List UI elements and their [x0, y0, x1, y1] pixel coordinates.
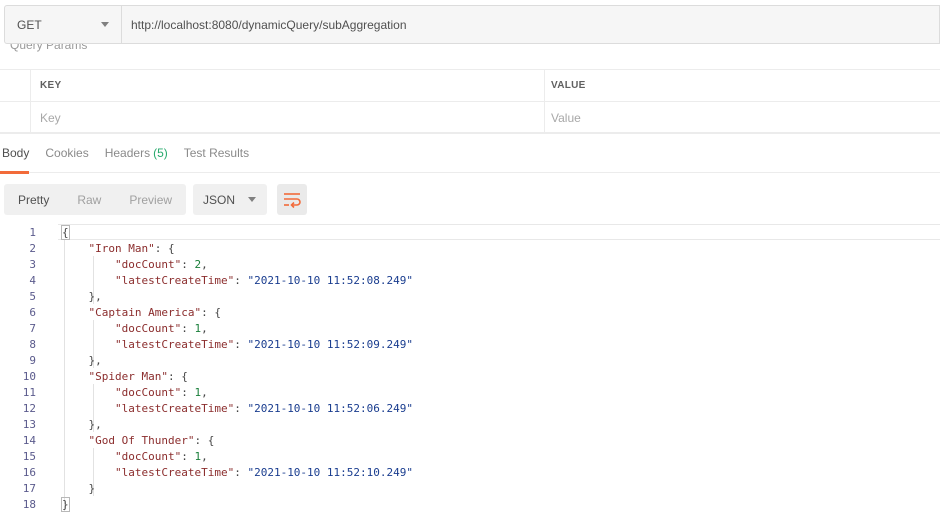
query-params-table: KEY VALUE Key Value [0, 69, 940, 134]
line-number: 7 [29, 321, 36, 335]
view-pretty-button[interactable]: Pretty [4, 184, 63, 215]
param-value-input[interactable]: Value [545, 102, 940, 133]
code-line: 17 } [0, 480, 940, 496]
tab-headers[interactable]: Headers (5) [105, 132, 168, 173]
line-number: 17 [22, 481, 36, 495]
line-number: 1 [29, 225, 36, 239]
code-text: }, [88, 417, 102, 431]
code-text: } [61, 496, 70, 512]
code-text: }, [88, 289, 102, 303]
line-number: 4 [29, 273, 36, 287]
code-text: "God Of Thunder": { [88, 433, 215, 447]
code-line: 4 "latestCreateTime": "2021-10-10 11:52:… [0, 272, 940, 288]
code-line: 12 "latestCreateTime": "2021-10-10 11:52… [0, 400, 940, 416]
line-number: 10 [22, 369, 36, 383]
line-number: 12 [22, 401, 36, 415]
code-line: 11 "docCount": 1, [0, 384, 940, 400]
tab-cookies[interactable]: Cookies [45, 132, 88, 173]
code-line: 13 }, [0, 416, 940, 432]
query-params-title: Query Params [10, 44, 88, 52]
code-text: "Iron Man": { [88, 241, 175, 255]
tab-body[interactable]: Body [0, 132, 30, 174]
line-number: 15 [22, 449, 36, 463]
code-line: 2 "Iron Man": { [0, 240, 940, 256]
line-number: 5 [29, 289, 36, 303]
code-text: } [88, 481, 96, 495]
code-line: 8 "latestCreateTime": "2021-10-10 11:52:… [0, 336, 940, 352]
param-value-placeholder: Value [551, 110, 581, 125]
code-text: "latestCreateTime": "2021-10-10 11:52:08… [114, 273, 414, 287]
code-text: "Spider Man": { [88, 369, 188, 383]
response-body-viewer[interactable]: 1{2 "Iron Man": {3 "docCount": 2, 4 "late… [0, 224, 940, 521]
response-toolbar: Pretty Raw Preview JSON [4, 184, 308, 215]
line-number: 2 [29, 241, 36, 255]
params-header-check-cell [0, 70, 31, 101]
request-bar: GET http://localhost:8080/dynamicQuery/s… [4, 5, 940, 44]
code-line: 16 "latestCreateTime": "2021-10-10 11:52… [0, 464, 940, 480]
format-select-label: JSON [203, 192, 236, 207]
tab-test-results-label: Test Results [183, 145, 250, 160]
response-tabs: Body Cookies Headers (5) Test Results [0, 132, 940, 174]
method-select[interactable]: GET [4, 5, 122, 44]
code-line: 18} [0, 496, 940, 512]
query-params-title-wrapper: Query Params [0, 44, 940, 58]
line-number: 14 [22, 433, 36, 447]
url-input[interactable]: http://localhost:8080/dynamicQuery/subAg… [122, 5, 940, 44]
code-line: 3 "docCount": 2, [0, 256, 940, 272]
code-text: }, [88, 353, 102, 367]
view-preview-button[interactable]: Preview [115, 184, 186, 215]
tab-body-label: Body [2, 145, 30, 160]
line-number: 8 [29, 337, 36, 351]
wrap-lines-icon [284, 192, 301, 208]
params-header-key: KEY [31, 70, 545, 101]
code-text: "latestCreateTime": "2021-10-10 11:52:09… [114, 337, 414, 351]
line-number: 3 [29, 257, 36, 271]
code-line: 14 "God Of Thunder": { [0, 432, 940, 448]
param-key-placeholder: Key [40, 110, 61, 125]
code-text: "Captain America": { [88, 305, 221, 319]
tab-headers-label: Headers [104, 145, 151, 160]
code-line: 1{ [0, 224, 940, 240]
line-number: 9 [29, 353, 36, 367]
params-row-check-cell [0, 102, 31, 133]
headers-count-badge: (5) [153, 145, 168, 160]
code-line: 10 "Spider Man": { [0, 368, 940, 384]
code-line: 15 "docCount": 1, [0, 448, 940, 464]
line-number: 16 [22, 465, 36, 479]
view-raw-button[interactable]: Raw [63, 184, 115, 215]
tab-cookies-label: Cookies [45, 145, 89, 160]
code-line: 6 "Captain America": { [0, 304, 940, 320]
code-text: "latestCreateTime": "2021-10-10 11:52:06… [114, 401, 414, 415]
code-line: 5 }, [0, 288, 940, 304]
line-number: 6 [29, 305, 36, 319]
code-line: 7 "docCount": 1, [0, 320, 940, 336]
code-text: "latestCreateTime": "2021-10-10 11:52:10… [114, 465, 414, 479]
format-select[interactable]: JSON [193, 184, 268, 215]
code-line: 9 }, [0, 352, 940, 368]
chevron-down-icon [248, 197, 257, 202]
line-number: 18 [22, 497, 36, 511]
wrap-lines-button[interactable] [277, 184, 308, 215]
params-header-row: KEY VALUE [0, 69, 940, 102]
line-number: 13 [22, 417, 36, 431]
code-text: "docCount": 1, [114, 449, 208, 463]
method-label: GET [17, 17, 42, 32]
code-text: "docCount": 1, [114, 321, 208, 335]
line-number: 11 [22, 385, 36, 399]
code-text: "docCount": 2, [114, 257, 208, 271]
code-text: { [61, 224, 70, 240]
chevron-down-icon [101, 22, 109, 27]
view-mode-segmented-control: Pretty Raw Preview [4, 184, 187, 215]
param-key-input[interactable]: Key [31, 102, 545, 133]
code-text: "docCount": 1, [114, 385, 208, 399]
params-empty-row: Key Value [0, 102, 940, 134]
params-header-value: VALUE [551, 80, 586, 91]
tab-test-results[interactable]: Test Results [184, 132, 249, 173]
